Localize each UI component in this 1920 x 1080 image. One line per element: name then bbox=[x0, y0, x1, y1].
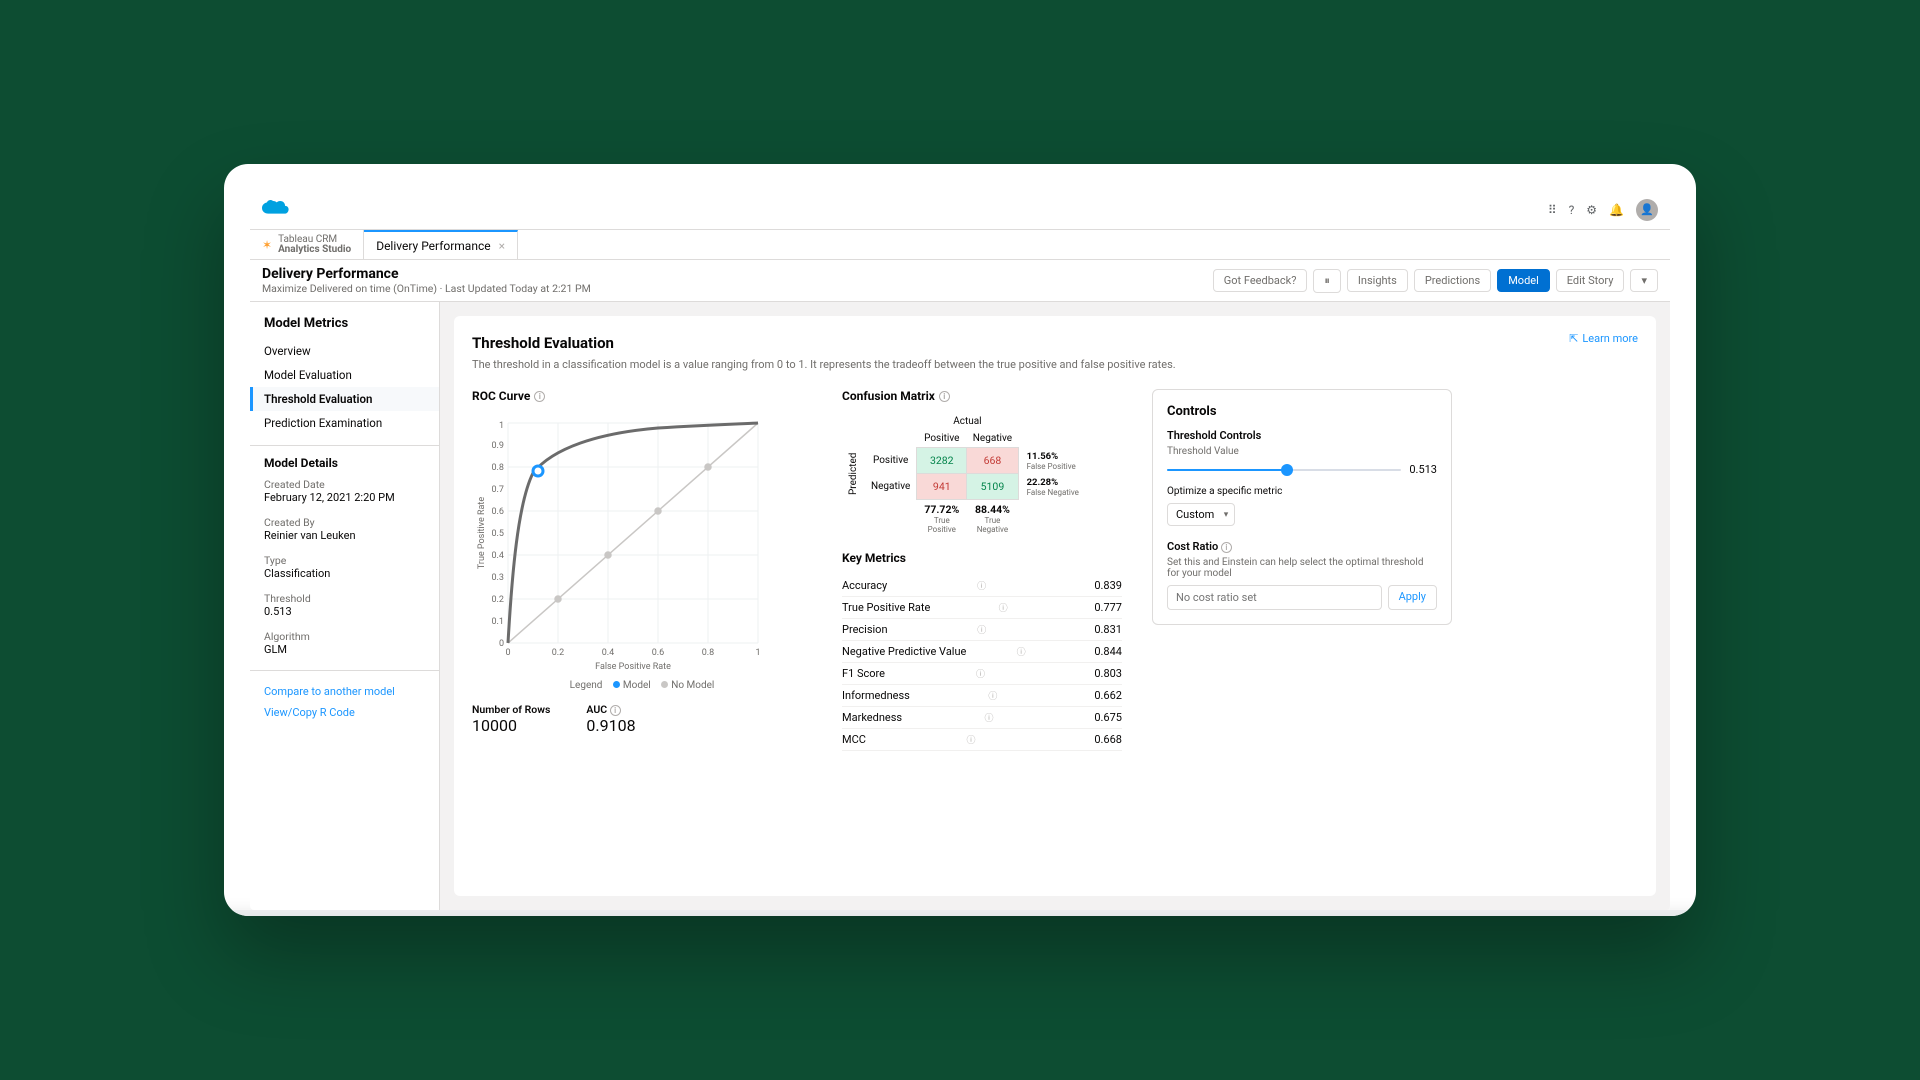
threshold-label: Threshold bbox=[250, 592, 439, 605]
metric-row: Negative Predictive Valueⓘ0.844 bbox=[842, 641, 1122, 663]
rows-label: Number of Rows bbox=[472, 703, 550, 716]
auc-value: 0.9108 bbox=[586, 716, 635, 735]
model-details-heading: Model Details bbox=[264, 456, 425, 470]
svg-text:0: 0 bbox=[505, 648, 510, 658]
threshold-slider[interactable] bbox=[1167, 469, 1401, 471]
svg-text:0: 0 bbox=[499, 639, 504, 649]
svg-text:0.3: 0.3 bbox=[492, 573, 505, 583]
settings-icon[interactable]: ⚙ bbox=[1586, 203, 1597, 217]
help-icon[interactable]: ? bbox=[1569, 203, 1575, 217]
section-title: Threshold Evaluation bbox=[472, 334, 1638, 352]
svg-text:0.9: 0.9 bbox=[492, 441, 505, 451]
info-icon[interactable]: i bbox=[1221, 542, 1232, 553]
created-date-value: February 12, 2021 2:20 PM bbox=[250, 491, 439, 508]
got-feedback-button[interactable]: Got Feedback? bbox=[1213, 269, 1308, 292]
view-r-code-link[interactable]: View/Copy R Code bbox=[250, 702, 439, 723]
key-metrics-title: Key Metrics bbox=[842, 551, 1122, 565]
optimize-metric-select[interactable]: Custom bbox=[1167, 503, 1235, 526]
metric-row: Markednessⓘ0.675 bbox=[842, 707, 1122, 729]
svg-text:0.4: 0.4 bbox=[602, 648, 615, 658]
svg-text:0.8: 0.8 bbox=[702, 648, 715, 658]
sidebar-heading: Model Metrics bbox=[264, 316, 425, 331]
learn-more-label: Learn more bbox=[1582, 332, 1638, 345]
svg-text:1: 1 bbox=[499, 421, 504, 431]
pause-button[interactable]: ⏸ bbox=[1313, 269, 1341, 293]
threshold-value: 0.513 bbox=[250, 605, 439, 622]
svg-text:0.7: 0.7 bbox=[492, 485, 505, 495]
external-link-icon: ⇱ bbox=[1569, 332, 1578, 345]
type-label: Type bbox=[250, 554, 439, 567]
close-tab-icon[interactable]: × bbox=[499, 239, 505, 253]
controls-title: Controls bbox=[1167, 404, 1437, 419]
optimize-label: Optimize a specific metric bbox=[1167, 486, 1437, 497]
algorithm-value: GLM bbox=[250, 643, 439, 660]
user-avatar[interactable]: 👤 bbox=[1636, 199, 1658, 221]
svg-text:0.2: 0.2 bbox=[552, 648, 565, 658]
svg-text:0.8: 0.8 bbox=[492, 463, 505, 473]
svg-text:0.6: 0.6 bbox=[492, 507, 505, 517]
page-title: Delivery Performance bbox=[262, 266, 591, 282]
sidebar-item-overview[interactable]: Overview bbox=[250, 339, 439, 363]
cost-ratio-desc: Set this and Einstein can help select th… bbox=[1167, 557, 1437, 579]
metric-row: Precisionⓘ0.831 bbox=[842, 619, 1122, 641]
sidebar-item-prediction-examination[interactable]: Prediction Examination bbox=[250, 411, 439, 435]
svg-text:0.6: 0.6 bbox=[652, 648, 665, 658]
threshold-value-label: Threshold Value bbox=[1167, 446, 1437, 457]
info-icon[interactable]: i bbox=[610, 705, 621, 716]
metric-row: F1 Scoreⓘ0.803 bbox=[842, 663, 1122, 685]
svg-text:0.1: 0.1 bbox=[492, 617, 505, 627]
controls-panel: Controls Threshold Controls Threshold Va… bbox=[1152, 389, 1452, 625]
model-button[interactable]: Model bbox=[1497, 269, 1550, 292]
created-by-value: Reinier van Leuken bbox=[250, 529, 439, 546]
app-name-line2: Analytics Studio bbox=[278, 245, 351, 255]
section-desc: The threshold in a classification model … bbox=[472, 358, 1638, 371]
threshold-controls-heading: Threshold Controls bbox=[1167, 429, 1437, 442]
learn-more-link[interactable]: ⇱ Learn more bbox=[1569, 332, 1638, 345]
type-value: Classification bbox=[250, 567, 439, 584]
created-date-label: Created Date bbox=[250, 478, 439, 491]
page-subtitle: Maximize Delivered on time (OnTime) · La… bbox=[262, 282, 591, 295]
insights-button[interactable]: Insights bbox=[1347, 269, 1408, 292]
cost-ratio-input[interactable] bbox=[1167, 585, 1382, 610]
svg-text:0.5: 0.5 bbox=[492, 529, 505, 539]
auc-label: AUC bbox=[586, 703, 607, 716]
sidebar-item-threshold-evaluation[interactable]: Threshold Evaluation bbox=[250, 387, 439, 411]
confusion-matrix: Actual PositiveNegative Predicted Positi… bbox=[842, 413, 1122, 537]
app-home-tab[interactable]: ✶ Tableau CRM Analytics Studio bbox=[250, 230, 364, 259]
created-by-label: Created By bbox=[250, 516, 439, 529]
edit-story-button[interactable]: Edit Story bbox=[1556, 269, 1625, 292]
salesforce-logo-icon bbox=[262, 198, 290, 221]
threshold-slider-value: 0.513 bbox=[1409, 463, 1437, 476]
compare-model-link[interactable]: Compare to another model bbox=[250, 681, 439, 702]
apply-button[interactable]: Apply bbox=[1388, 585, 1437, 610]
metric-row: MCCⓘ0.668 bbox=[842, 729, 1122, 751]
svg-text:0.4: 0.4 bbox=[492, 551, 505, 561]
algorithm-label: Algorithm bbox=[250, 630, 439, 643]
metric-row: True Positive Rateⓘ0.777 bbox=[842, 597, 1122, 619]
sidebar-item-model-evaluation[interactable]: Model Evaluation bbox=[250, 363, 439, 387]
more-actions-button[interactable]: ▾ bbox=[1630, 269, 1658, 292]
rows-value: 10000 bbox=[472, 716, 550, 735]
roc-ylabel: True Positive Rate bbox=[477, 497, 487, 569]
roc-xlabel: False Positive Rate bbox=[595, 662, 671, 672]
svg-text:1: 1 bbox=[755, 648, 760, 658]
roc-title: ROC Curve bbox=[472, 389, 530, 403]
notifications-icon[interactable]: 🔔 bbox=[1609, 203, 1624, 217]
tab-delivery-performance[interactable]: Delivery Performance × bbox=[364, 230, 518, 259]
roc-legend: Legend Model No Model bbox=[472, 680, 812, 691]
info-icon[interactable]: i bbox=[939, 391, 950, 402]
predictions-button[interactable]: Predictions bbox=[1414, 269, 1491, 292]
analytics-icon: ✶ bbox=[262, 238, 272, 252]
metric-row: Accuracyⓘ0.839 bbox=[842, 575, 1122, 597]
metric-row: Informednessⓘ0.662 bbox=[842, 685, 1122, 707]
cm-title: Confusion Matrix bbox=[842, 389, 935, 403]
tab-label: Delivery Performance bbox=[376, 239, 490, 253]
info-icon[interactable]: i bbox=[534, 391, 545, 402]
app-launcher-icon[interactable]: ⠿ bbox=[1548, 203, 1557, 217]
roc-chart: 0 0.1 0.2 0.3 0.4 0.5 0.6 0.7 0.8 0.9 1 0 0.2 0.4 0.6… bbox=[472, 413, 772, 673]
cost-ratio-label: Cost Ratio bbox=[1167, 540, 1218, 553]
svg-text:0.2: 0.2 bbox=[492, 595, 505, 605]
app-name-line1: Tableau CRM bbox=[278, 235, 351, 245]
